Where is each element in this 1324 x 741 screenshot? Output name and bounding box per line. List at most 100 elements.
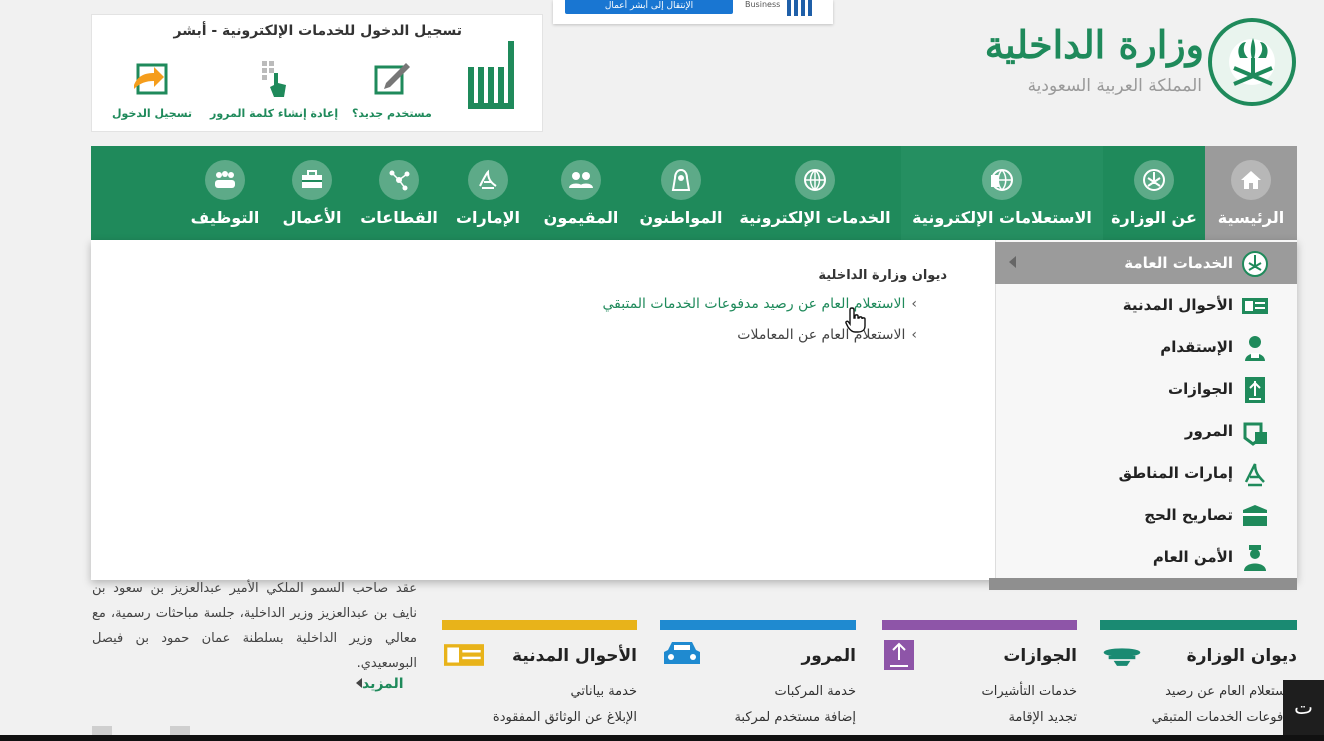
kaaba-icon — [1243, 505, 1267, 526]
dropdown-group-title: ديوان وزارة الداخلية — [818, 268, 947, 283]
nav-item-e-services[interactable]: الخدمات الإلكترونية — [731, 146, 899, 240]
side-item-traffic[interactable]: المرور — [995, 410, 1297, 452]
ministry-logo[interactable]: وزارة الداخلية المملكة العربية السعودية — [985, 10, 1300, 110]
section-divider — [989, 578, 1297, 590]
side-item-hajj-permits[interactable]: تصاريح الحج — [995, 494, 1297, 536]
dropdown-link-remaining-balance[interactable]: ›الاستعلام العام عن رصيد مدفوعات الخدمات… — [603, 296, 918, 312]
login-link[interactable]: تسجيل الدخول — [112, 59, 192, 120]
new-user-link[interactable]: مستخدم جديد؟ — [352, 59, 432, 120]
card-title: الأحوال المدنية — [512, 646, 637, 666]
nav-item-home[interactable]: الرئيسية — [1205, 146, 1297, 240]
main-nav: الرئيسية عن الوزارة الاستعلامات الإلكترو… — [91, 146, 1297, 240]
absher-login-box: تسجيل الدخول للخدمات الإلكترونية - أبشر … — [91, 14, 543, 132]
side-item-recruitment[interactable]: الإستقدام — [995, 326, 1297, 368]
card-ministry-office[interactable]: ديوان الوزارة الاستعلام العام عن رصيد مد… — [1100, 620, 1297, 741]
news-more-link[interactable]: المزيد — [352, 676, 404, 692]
side-item-label: المرور — [1184, 422, 1233, 440]
side-item-label: إمارات المناطق — [1118, 464, 1233, 482]
card-passports[interactable]: الجوازات خدمات التأشيرات تجديد الإقامة — [882, 620, 1077, 741]
id-card-icon — [1242, 298, 1268, 314]
e-inquiries-dropdown: ديوان وزارة الداخلية ›الاستعلام العام عن… — [91, 240, 1297, 580]
passport-icon — [884, 640, 914, 670]
nav-item-emirates[interactable]: الإمارات — [445, 146, 531, 240]
new-user-icon — [374, 63, 410, 95]
new-user-label: مستخدم جديد؟ — [352, 107, 432, 120]
dropdown-link-transactions[interactable]: › الاستعلام العام عن المعاملات — [737, 327, 917, 343]
nav-item-label: الرئيسية — [1217, 208, 1285, 227]
absher-business-logo-icon — [787, 0, 812, 16]
card-color-bar — [882, 620, 1077, 630]
card-title: الجوازات — [1003, 646, 1077, 666]
arrow-left-icon — [1009, 256, 1016, 268]
card-link[interactable]: خدمة المركبات — [775, 684, 857, 699]
absher-business-button[interactable]: الإنتقال إلى أبشر أعمال — [565, 0, 733, 14]
card-link[interactable]: إضافة مستخدم لمركبة — [734, 710, 856, 725]
globe-icon — [795, 160, 835, 200]
dropdown-link-label: الاستعلام العام عن المعاملات — [737, 327, 906, 343]
bottom-edge — [0, 735, 1324, 741]
card-civil-affairs[interactable]: الأحوال المدنية خدمة بياناتي الإبلاغ عن … — [442, 620, 637, 741]
nav-item-label: الاستعلامات الإلكترونية — [912, 208, 1092, 227]
news-more-label: المزيد — [362, 676, 404, 692]
card-color-bar — [1100, 620, 1297, 630]
card-traffic[interactable]: المرور خدمة المركبات إضافة مستخدم لمركبة — [660, 620, 856, 741]
sectors-icon — [379, 160, 419, 200]
overlay-tab[interactable]: ت — [1283, 680, 1324, 735]
login-label: تسجيل الدخول — [112, 107, 193, 120]
id-card-icon — [444, 644, 484, 666]
employment-icon — [205, 160, 245, 200]
nav-item-employment[interactable]: التوظيف — [181, 146, 269, 240]
side-item-label: الأمن العام — [1152, 548, 1233, 566]
nav-item-label: الأعمال — [282, 208, 342, 227]
car-icon — [664, 642, 700, 664]
card-color-bar — [442, 620, 637, 630]
card-color-bar — [660, 620, 856, 630]
nav-item-label: التوظيف — [190, 208, 260, 227]
emblem-icon — [1242, 251, 1268, 277]
home-icon — [1231, 160, 1271, 200]
nav-item-label: الخدمات الإلكترونية — [739, 208, 891, 227]
reset-password-label: إعادة إنشاء كلمة المرور — [210, 107, 339, 120]
briefcase-icon — [292, 160, 332, 200]
chevron-left-icon: › — [911, 327, 917, 343]
card-title: ديوان الوزارة — [1186, 646, 1297, 666]
reset-password-link[interactable]: إعادة إنشاء كلمة المرور — [210, 59, 338, 120]
card-link[interactable]: خدمة بياناتي — [571, 684, 637, 699]
side-item-general-services[interactable]: الخدمات العامة — [995, 242, 1297, 284]
nav-item-about[interactable]: عن الوزارة — [1104, 146, 1204, 240]
country-name: المملكة العربية السعودية — [1027, 76, 1202, 96]
nav-item-e-inquiries[interactable]: الاستعلامات الإلكترونية — [901, 146, 1103, 240]
emirates-icon — [468, 160, 508, 200]
login-icon — [134, 63, 168, 95]
card-link[interactable]: خدمات التأشيرات — [982, 684, 1077, 699]
ministry-icon — [1103, 648, 1141, 666]
card-link[interactable]: الإبلاغ عن الوثائق المفقودة — [493, 710, 637, 725]
police-icon — [1244, 545, 1266, 571]
nav-item-label: عن الوزارة — [1111, 208, 1197, 227]
card-link[interactable]: الاستعلام العام عن رصيد — [1165, 684, 1297, 699]
card-link[interactable]: تجديد الإقامة — [1008, 710, 1077, 725]
emblem-icon — [1134, 160, 1174, 200]
reset-password-icon — [262, 61, 287, 97]
residents-icon — [561, 160, 601, 200]
dropdown-side-menu: الخدمات العامة الأحوال المدنية الإستقدام… — [995, 240, 1297, 580]
absher-business-panel: الإنتقال إلى أبشر أعمال Business — [553, 0, 833, 24]
nav-item-sectors[interactable]: القطاعات — [353, 146, 445, 240]
side-item-passports[interactable]: الجوازات — [995, 368, 1297, 410]
card-title: المرور — [801, 646, 856, 666]
side-item-label: الأحوال المدنية — [1122, 296, 1233, 314]
nav-item-citizens[interactable]: المواطنون — [631, 146, 731, 240]
nav-item-label: الإمارات — [455, 208, 521, 227]
side-item-civil-affairs[interactable]: الأحوال المدنية — [995, 284, 1297, 326]
absher-logo-icon — [468, 41, 514, 109]
side-item-region-emirates[interactable]: إمارات المناطق — [995, 452, 1297, 494]
saudi-emblem-icon — [1208, 18, 1296, 106]
card-link[interactable]: مدفوعات الخدمات المتبقي — [1152, 710, 1297, 725]
emirates-icon — [1244, 463, 1265, 487]
nav-item-residents[interactable]: المقيمون — [531, 146, 631, 240]
nav-item-business[interactable]: الأعمال — [271, 146, 353, 240]
side-item-label: الجوازات — [1168, 380, 1233, 398]
nav-item-label: المقيمون — [543, 208, 619, 227]
side-item-public-security[interactable]: الأمن العام — [995, 536, 1297, 578]
citizens-icon — [661, 160, 701, 200]
